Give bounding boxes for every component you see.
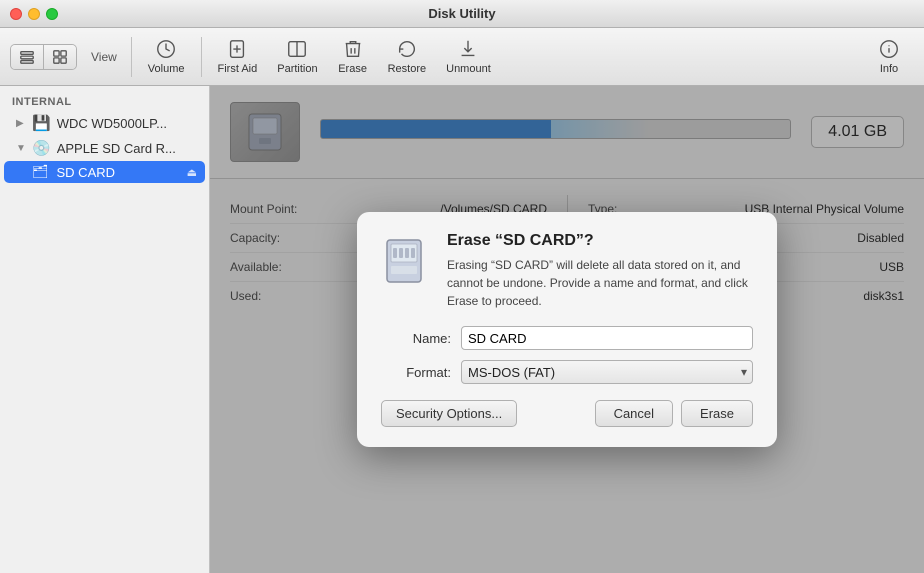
modal-description: Erasing “SD CARD” will delete all data s… [447,256,753,310]
minimize-button[interactable] [28,8,40,20]
format-select[interactable]: MS-DOS (FAT) ExFAT Mac OS Extended (Jour… [461,360,753,384]
partition-button[interactable]: Partition [267,34,327,79]
cancel-button[interactable]: Cancel [595,400,673,427]
eject-icon[interactable]: ⏏ [187,166,197,179]
sd-card-icon-large [381,234,433,286]
first-aid-button[interactable]: First Aid [208,34,268,79]
main-layout: Internal ▶ 💾 WDC WD5000LP... ▼ 💿 APPLE S… [0,86,924,573]
name-row: Name: [381,326,753,350]
sidebar: Internal ▶ 💾 WDC WD5000LP... ▼ 💿 APPLE S… [0,86,210,573]
modal-header: Erase “SD CARD”? Erasing “SD CARD” will … [381,232,753,310]
maximize-button[interactable] [46,8,58,20]
info-button[interactable]: Info [864,34,914,79]
modal-buttons: Security Options... Cancel Erase [381,400,753,427]
erase-dialog: Erase “SD CARD”? Erasing “SD CARD” will … [357,212,777,447]
security-options-button[interactable]: Security Options... [381,400,517,427]
sidebar-item-sd-card-label: SD CARD [57,165,181,180]
erase-confirm-button[interactable]: Erase [681,400,753,427]
name-label: Name: [381,331,451,346]
wdc-disk-icon: 💾 [32,114,51,132]
close-button[interactable] [10,8,22,20]
modal-title-area: Erase “SD CARD”? Erasing “SD CARD” will … [447,232,753,310]
sidebar-item-wdc[interactable]: ▶ 💾 WDC WD5000LP... [4,111,205,135]
view-label: View [91,50,117,64]
traffic-lights [10,8,58,20]
restore-button[interactable]: Restore [378,34,437,79]
titlebar: Disk Utility [0,0,924,28]
restore-label: Restore [388,63,427,75]
view-toggle-group [10,44,77,70]
expand-arrow-wdc: ▶ [16,118,26,129]
expand-arrow-apple-sd: ▼ [16,143,26,154]
info-label: Info [880,63,898,75]
toolbar-separator-2 [201,37,202,77]
erase-label: Erase [338,63,367,75]
window-title: Disk Utility [428,6,495,21]
view-list-button[interactable] [11,45,44,69]
unmount-label: Unmount [446,63,491,75]
volume-label: Volume [148,63,185,75]
modal-overlay: Erase “SD CARD”? Erasing “SD CARD” will … [210,86,924,573]
modal-title: Erase “SD CARD”? [447,232,753,250]
format-select-wrap: MS-DOS (FAT) ExFAT Mac OS Extended (Jour… [461,360,753,384]
volume-button[interactable]: Volume [138,34,195,79]
partition-label: Partition [277,63,317,75]
unmount-button[interactable]: Unmount [436,34,501,79]
sd-card-icon: 🗂 [32,164,49,180]
sidebar-section-internal: Internal [0,92,209,110]
sidebar-item-sd-card[interactable]: 🗂 SD CARD ⏏ [4,161,205,183]
sidebar-item-apple-sd[interactable]: ▼ 💿 APPLE SD Card R... [4,136,205,160]
main-content: 4.01 GB Mount Point: /Volumes/SD CARD Ca… [210,86,924,573]
first-aid-label: First Aid [218,63,258,75]
toolbar-separator-1 [131,37,132,77]
view-grid-button[interactable] [44,45,76,69]
apple-sd-icon: 💿 [32,139,51,157]
format-label: Format: [381,365,451,380]
erase-button[interactable]: Erase [328,34,378,79]
name-input[interactable] [461,326,753,350]
format-row: Format: MS-DOS (FAT) ExFAT Mac OS Extend… [381,360,753,384]
sidebar-item-wdc-label: WDC WD5000LP... [57,116,197,131]
sidebar-item-apple-sd-label: APPLE SD Card R... [57,141,197,156]
toolbar: View Volume First Aid Partition Erase [0,28,924,86]
